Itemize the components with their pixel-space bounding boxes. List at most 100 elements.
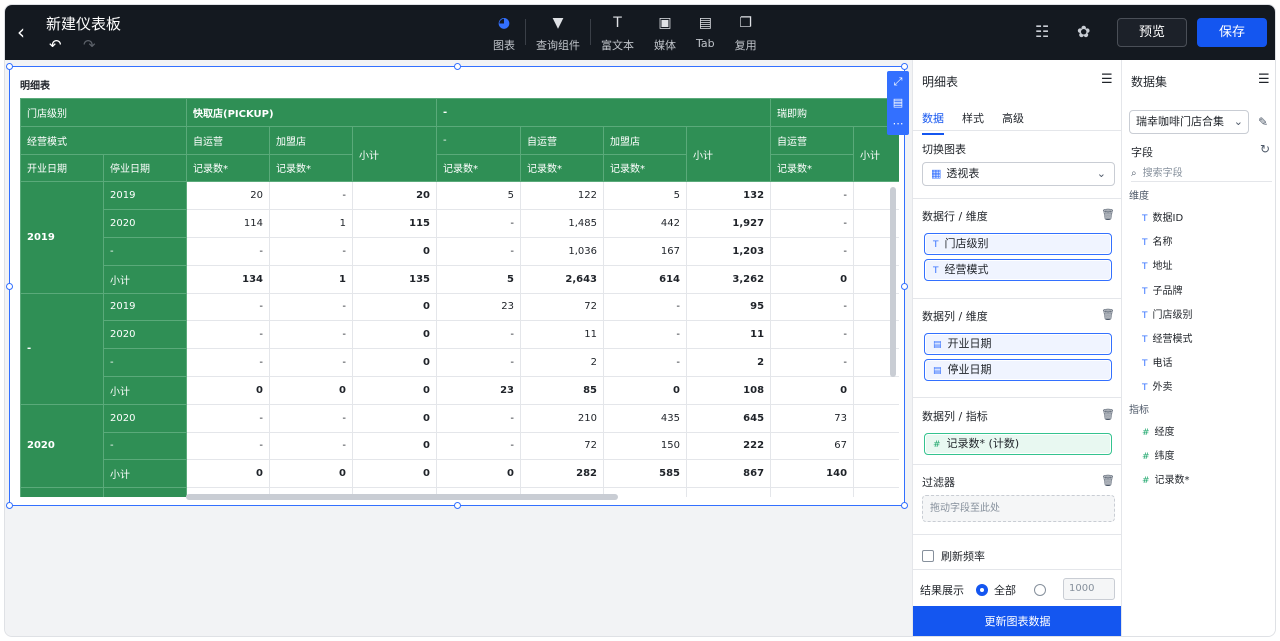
save-button[interactable]: 保存 [1197, 18, 1267, 47]
menu-icon[interactable]: ☰ [1101, 72, 1113, 87]
redo-icon[interactable]: ↷ [83, 36, 96, 54]
resize-handle[interactable] [454, 63, 461, 70]
edit-icon[interactable]: ✎ [1258, 115, 1268, 129]
expand-icon[interactable]: ⤢ [887, 71, 909, 92]
divider [913, 298, 1122, 299]
metric-pill[interactable]: # 记录数* (计数) [924, 433, 1112, 455]
table-row: 2020 2020- -0-210 435 645 73 [20, 403, 899, 489]
trash-icon[interactable]: 🗑 [1101, 208, 1115, 221]
resize-handle[interactable] [6, 283, 13, 290]
table-row: - - -0-72 150 222 67 [21, 431, 899, 461]
chart-type-select[interactable]: ▦ 透视表 ⌄ [922, 162, 1115, 186]
refresh-checkbox[interactable] [922, 550, 934, 562]
palette-icon[interactable]: ✿ [1077, 22, 1090, 41]
row-group-cell: - [20, 292, 104, 405]
metric-field[interactable]: # 经度 [1122, 421, 1275, 445]
text-type-icon: T [1142, 238, 1148, 249]
metric-field[interactable]: # 记录数* [1122, 469, 1275, 493]
resize-handle[interactable] [6, 63, 13, 70]
tool-pie-chart[interactable]: ◕ 图表 [483, 13, 525, 57]
data-cell [685, 487, 772, 497]
dataset-select[interactable]: 瑞幸咖啡门店合集 ⌄ [1129, 110, 1249, 134]
dimension-field[interactable]: T 外卖 [1122, 376, 1275, 400]
data-cell: 85 [520, 375, 604, 405]
trash-icon[interactable]: 🗑 [1101, 308, 1115, 321]
field-label: 外卖 [1152, 382, 1173, 394]
limit-radio[interactable] [1034, 584, 1046, 596]
horizontal-scrollbar[interactable] [186, 494, 618, 500]
hash-icon: # [1142, 451, 1150, 462]
data-cell: - [269, 236, 353, 266]
field-label: 地址 [1152, 261, 1173, 273]
dimension-field[interactable]: T 数据ID [1122, 207, 1275, 231]
dataset-panel: 数据集 ☰ 瑞幸咖啡门店合集 ⌄ ✎ 字段 ↻ ⌕ 搜索字段 维度 T 数据ID T 名称… [1121, 60, 1275, 636]
metric-field[interactable]: # 纬度 [1122, 445, 1275, 469]
resize-handle[interactable] [901, 283, 908, 290]
trash-icon[interactable]: 🗑 [1101, 408, 1115, 421]
tool-image[interactable]: ▣ 媒体 [644, 13, 686, 57]
trash-icon[interactable]: 🗑 [1101, 474, 1115, 487]
tab-style[interactable]: 样式 [962, 110, 984, 135]
back-arrow-icon[interactable]: ‹ [17, 21, 39, 43]
data-cell: 73 [770, 403, 855, 433]
row-sub-cell: 2020 [103, 209, 187, 238]
dimension-field[interactable]: T 子品牌 [1122, 280, 1275, 304]
data-cell: 5 [436, 181, 521, 211]
dimension-field[interactable]: T 地址 [1122, 255, 1275, 279]
dimension-field[interactable]: T 名称 [1122, 231, 1275, 255]
table-row: - - -0-1,036 167 1,203- [21, 236, 899, 266]
field-label: 电话 [1152, 358, 1173, 370]
column-header-cell: 自运营 [770, 125, 855, 155]
field-search-input[interactable]: ⌕ 搜索字段 [1131, 164, 1272, 182]
column-header-cell: 小计 [352, 125, 437, 183]
tab-advanced[interactable]: 高级 [1002, 110, 1024, 135]
data-cell: 1,036 [520, 236, 604, 266]
more-icon[interactable]: ⋯ [887, 113, 909, 134]
checklist-icon[interactable]: ☷ [1035, 22, 1049, 41]
document-icon[interactable]: ▤ [887, 92, 909, 113]
search-placeholder: 搜索字段 [1142, 168, 1183, 179]
dimension-field[interactable]: T 门店级别 [1122, 304, 1275, 328]
pill-label: 开业日期 [947, 337, 992, 350]
data-cell: 23 [436, 292, 521, 322]
tool-filter[interactable]: ▼ 查询组件 [526, 13, 590, 57]
vertical-scrollbar[interactable] [890, 187, 896, 377]
tool-text[interactable]: T 富文本 [591, 13, 644, 57]
toolbar: ◕ 图表 ▼ 查询组件 T 富文本 ▣ 媒体 ▤ Tab ❐ 复用 [483, 13, 767, 57]
update-chart-button[interactable]: 更新图表数据 [913, 606, 1122, 636]
menu-icon[interactable]: ☰ [1258, 72, 1270, 87]
dimension-field[interactable]: T 经营模式 [1122, 328, 1275, 352]
filter-dropzone[interactable]: 拖动字段至此处 [922, 495, 1115, 522]
column-header-cell: 记录数* [770, 153, 855, 183]
col-dim-pill[interactable]: ▤ 开业日期 [924, 333, 1112, 355]
resize-handle[interactable] [454, 502, 461, 509]
refresh-icon[interactable]: ↻ [1260, 142, 1270, 156]
data-cell: 0 [352, 320, 437, 350]
widget-title: 明细表 [20, 81, 50, 92]
resize-handle[interactable] [901, 63, 908, 70]
all-radio[interactable] [976, 584, 988, 596]
dimension-field[interactable]: T 电话 [1122, 352, 1275, 376]
resize-handle[interactable] [901, 502, 908, 509]
chevron-down-icon: ⌄ [1096, 167, 1106, 180]
data-cell [853, 459, 899, 489]
dataset-value: 瑞幸咖啡门店合集 [1136, 115, 1224, 128]
resize-handle[interactable] [6, 502, 13, 509]
data-cell: 614 [603, 264, 687, 294]
data-cell: - [269, 320, 353, 350]
data-cell: 140 [770, 459, 855, 489]
dashboard-canvas: 明细表 门店级别 快取店(PICKUP) - 瑞即购 经营模式 自运营 加盟店 小计 - 自运营加… [5, 60, 912, 636]
text-type-icon: T [1142, 359, 1148, 370]
limit-input[interactable]: 1000 [1063, 578, 1115, 600]
row-dim-pill[interactable]: T 门店级别 [924, 233, 1112, 255]
dashboard-title[interactable]: 新建仪表板 [46, 13, 121, 34]
row-dim-pill[interactable]: T 经营模式 [924, 259, 1112, 281]
pivot-table-widget[interactable]: 明细表 门店级别 快取店(PICKUP) - 瑞即购 经营模式 自运营 加盟店 小计 - 自运营加… [6, 63, 909, 509]
undo-icon[interactable]: ↶ [49, 36, 62, 54]
preview-button[interactable]: 预览 [1117, 18, 1187, 47]
col-dim-pill[interactable]: ▤ 停业日期 [924, 359, 1112, 381]
tool-copy[interactable]: ❐ 复用 [725, 13, 767, 57]
tool-tab[interactable]: ▤ Tab [686, 13, 725, 57]
tab-data[interactable]: 数据 [922, 110, 944, 135]
row-group-cell: 2019 [20, 181, 104, 294]
